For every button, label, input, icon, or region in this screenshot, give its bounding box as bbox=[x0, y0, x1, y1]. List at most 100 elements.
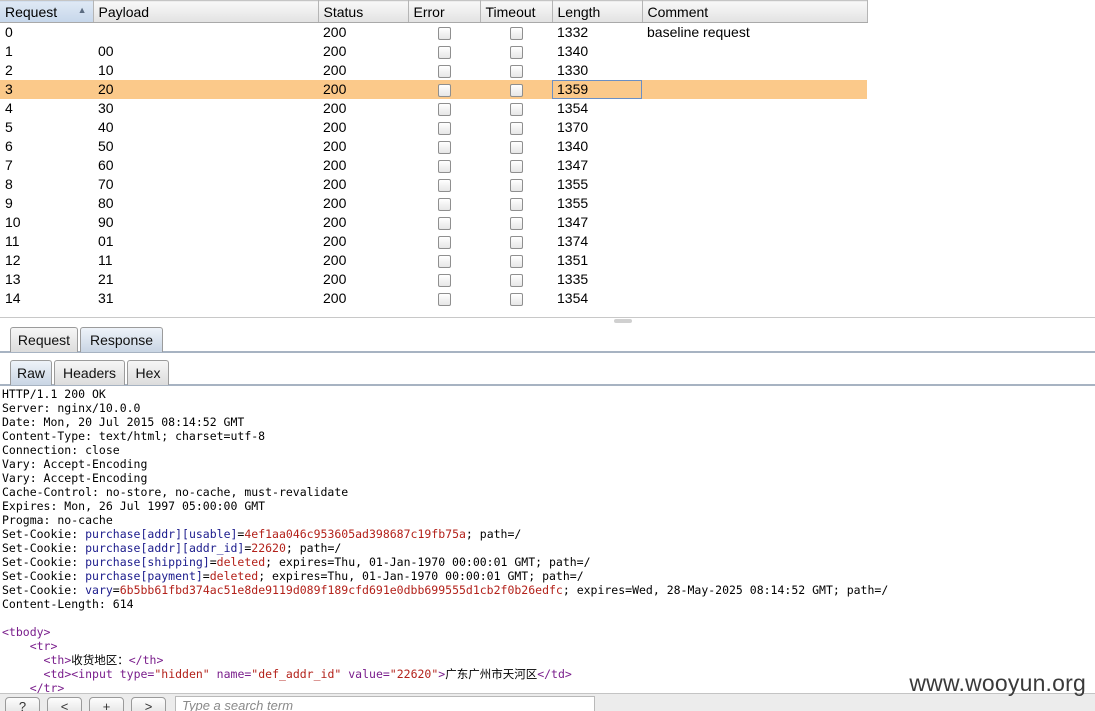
column-header-timeout[interactable]: Timeout bbox=[480, 0, 553, 23]
html-tag: <input bbox=[71, 667, 120, 681]
cell-payload: 80 bbox=[98, 195, 114, 211]
cell-payload: 10 bbox=[98, 62, 114, 78]
cell-length: 1355 bbox=[557, 176, 589, 192]
column-header-comment[interactable]: Comment bbox=[642, 0, 868, 23]
cell-error bbox=[408, 118, 480, 137]
tab-response[interactable]: Response bbox=[80, 327, 163, 352]
cookie-value: 22620 bbox=[251, 541, 286, 555]
timeout-checkbox bbox=[509, 216, 523, 230]
add-button[interactable]: + bbox=[89, 697, 124, 711]
error-checkbox bbox=[437, 273, 451, 287]
cookie-prefix: Set-Cookie: bbox=[2, 527, 86, 541]
cell-status: 200 bbox=[323, 214, 347, 230]
cell-request: 3 bbox=[0, 79, 93, 99]
cookie-value: deleted bbox=[216, 555, 266, 569]
splitter-grip-icon[interactable] bbox=[614, 319, 632, 323]
timeout-checkbox bbox=[509, 121, 523, 135]
error-checkbox bbox=[437, 140, 451, 154]
cookie-name: purchase[shipping] bbox=[85, 555, 210, 569]
html-line-th: <th>收货地区：</th> bbox=[0, 653, 1095, 667]
raw-response-viewer[interactable]: HTTP/1.1 200 OK Server: nginx/10.0.0 Date:… bbox=[0, 387, 1095, 693]
html-attr-value: "hidden" bbox=[154, 667, 210, 681]
tab-headers[interactable]: Headers bbox=[54, 360, 125, 385]
table-row[interactable]: 5 40 200 1370 bbox=[0, 118, 867, 137]
cell-request: 6 bbox=[5, 138, 13, 154]
next-button[interactable]: > bbox=[131, 697, 166, 711]
column-header-status[interactable]: Status bbox=[318, 0, 409, 23]
cell-request: 14 bbox=[5, 290, 21, 306]
html-tag: </tr> bbox=[29, 681, 65, 693]
timeout-checkbox bbox=[509, 292, 523, 306]
table-row[interactable]: 8 70 200 1355 bbox=[0, 175, 867, 194]
tab-raw[interactable]: Raw bbox=[10, 360, 52, 385]
cell-comment: baseline request bbox=[647, 24, 750, 41]
cell-timeout bbox=[480, 232, 552, 251]
table-row[interactable]: 7 60 200 1347 bbox=[0, 156, 867, 175]
html-tag: </td> bbox=[537, 667, 572, 681]
html-attr: value= bbox=[348, 667, 390, 681]
table-row[interactable]: 9 80 200 1355 bbox=[0, 194, 867, 213]
table-row[interactable]: 6 50 200 1340 bbox=[0, 137, 867, 156]
tab-request[interactable]: Request bbox=[10, 327, 78, 352]
timeout-checkbox bbox=[509, 159, 523, 173]
column-header-payload[interactable]: Payload bbox=[93, 0, 319, 23]
cell-length: 1374 bbox=[557, 233, 589, 249]
cookie-name: purchase[payment] bbox=[85, 569, 203, 583]
table-row[interactable]: 0 200 1332 baseline request bbox=[0, 23, 867, 42]
sort-ascending-icon: ▲ bbox=[77, 5, 87, 15]
message-tabs: Request Response bbox=[0, 325, 1095, 353]
cell-status: 200 bbox=[323, 138, 347, 154]
cell-error bbox=[408, 137, 480, 156]
cell-payload: 30 bbox=[98, 100, 114, 116]
cell-length: 1354 bbox=[557, 100, 589, 116]
cell-request: 4 bbox=[5, 100, 13, 116]
help-button[interactable]: ? bbox=[5, 697, 40, 711]
cookie-equals: = bbox=[202, 569, 210, 583]
table-row[interactable]: 1 00 200 1340 bbox=[0, 42, 867, 61]
timeout-checkbox bbox=[509, 178, 523, 192]
column-header-error[interactable]: Error bbox=[408, 0, 481, 23]
header-line: Vary: Accept-Encoding bbox=[2, 457, 148, 471]
cell-status: 200 bbox=[323, 252, 347, 268]
table-row[interactable]: 4 30 200 1354 bbox=[0, 99, 867, 118]
cell-length: 1340 bbox=[557, 43, 589, 59]
cell-error bbox=[408, 61, 480, 80]
column-header-length[interactable]: Length bbox=[552, 0, 643, 23]
cookie-prefix: Set-Cookie: bbox=[2, 569, 86, 583]
table-row[interactable]: 13 21 200 1335 bbox=[0, 270, 867, 289]
cell-timeout bbox=[480, 289, 552, 308]
error-checkbox bbox=[437, 159, 451, 173]
cell-payload: 40 bbox=[98, 119, 114, 135]
cell-payload: 50 bbox=[98, 138, 114, 154]
cell-error bbox=[408, 251, 480, 270]
header-line: Progma: no-cache bbox=[2, 513, 113, 527]
html-attr-value: "def_addr_id" bbox=[251, 667, 342, 681]
cell-payload: 90 bbox=[98, 214, 114, 230]
cell-error bbox=[408, 213, 480, 232]
table-row[interactable]: 14 31 200 1354 bbox=[0, 289, 867, 308]
table-row[interactable]: 2 10 200 1330 bbox=[0, 61, 867, 80]
column-header-request[interactable]: Request ▲ bbox=[0, 0, 94, 23]
cell-timeout bbox=[480, 175, 552, 194]
table-row[interactable]: 3 20 200 1359 bbox=[0, 79, 867, 99]
cell-error bbox=[408, 175, 480, 194]
table-row[interactable]: 11 01 200 1374 bbox=[0, 232, 867, 251]
cell-comment bbox=[642, 270, 867, 289]
cell-error bbox=[408, 194, 480, 213]
cookie-attributes: ; expires=Thu, 01-Jan-1970 00:00:01 GMT;… bbox=[265, 555, 591, 569]
table-row[interactable]: 10 90 200 1347 bbox=[0, 213, 867, 232]
tab-hex[interactable]: Hex bbox=[127, 360, 169, 385]
cell-payload: 11 bbox=[98, 252, 113, 268]
cookie-equals: = bbox=[112, 583, 120, 597]
previous-button[interactable]: < bbox=[47, 697, 82, 711]
search-input[interactable] bbox=[175, 696, 595, 711]
cell-length: 1347 bbox=[557, 157, 589, 173]
cell-error bbox=[408, 23, 480, 42]
timeout-checkbox bbox=[509, 45, 523, 59]
set-cookie-line: Set-Cookie: purchase[shipping]=deleted; … bbox=[0, 555, 1095, 569]
table-row[interactable]: 12 11 200 1351 bbox=[0, 251, 867, 270]
cell-request: 11 bbox=[5, 233, 20, 249]
html-line-tbody: <tbody> bbox=[0, 625, 1095, 639]
cookie-value: deleted bbox=[209, 569, 259, 583]
